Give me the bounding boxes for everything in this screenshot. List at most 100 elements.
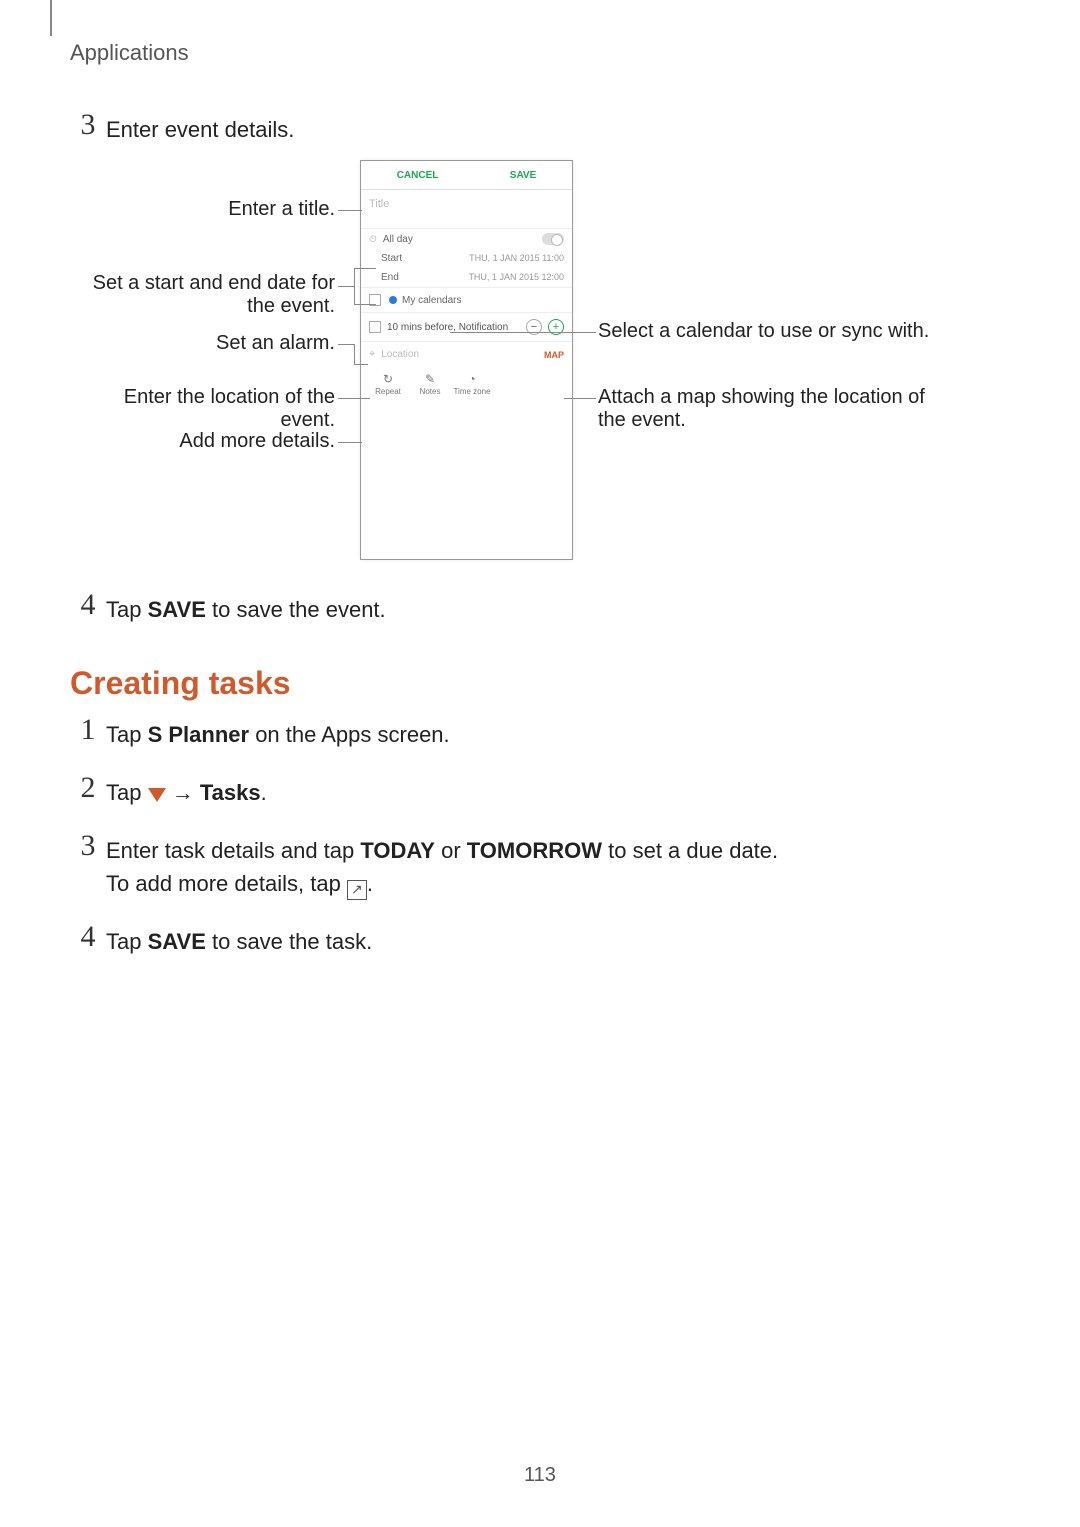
callout-calendar: Select a calendar to use or sync with. (598, 320, 948, 343)
t3-l1-b2: TOMORROW (467, 838, 602, 863)
t3-l1-post: to set a due date. (602, 838, 778, 863)
lead-location (338, 398, 370, 399)
lead-alarm-t (354, 364, 368, 365)
t2-bold: Tasks (200, 780, 261, 805)
t4-post: to save the task. (206, 929, 372, 954)
lead-calendar (450, 332, 596, 333)
step-4-post: to save the event. (206, 597, 386, 622)
section-creating-tasks: Creating tasks (70, 665, 291, 702)
lead-dates-v (354, 268, 355, 304)
task-step-4-number: 4 (70, 922, 106, 952)
t4-bold: SAVE (148, 929, 206, 954)
task-step-4-text: Tap SAVE to save the task. (106, 922, 372, 958)
dropdown-triangle-icon (148, 788, 166, 802)
lead-more (338, 442, 362, 443)
t4-pre: Tap (106, 929, 148, 954)
step-3-number: 3 (70, 110, 106, 140)
step-3-text: Enter event details. (106, 110, 294, 146)
calendar-row[interactable]: My calendars (361, 287, 572, 312)
t2-arrow: → (166, 780, 200, 805)
callout-title: Enter a title. (70, 198, 335, 221)
location-placeholder: Location (381, 349, 419, 360)
notes-label: Notes (409, 387, 451, 396)
lead-dates-h (338, 286, 354, 287)
step-4: 4 Tap SAVE to save the event. (70, 590, 386, 626)
lead-map (564, 398, 596, 399)
event-figure: CANCEL SAVE Title ⏲ All day Start THU, 1… (70, 160, 1010, 570)
task-step-3-number: 3 (70, 831, 106, 861)
task-step-1-number: 1 (70, 715, 106, 745)
end-row[interactable]: End THU, 1 JAN 2015 12:00 (361, 268, 572, 287)
t3-l1-b1: TODAY (360, 838, 435, 863)
page-header: Applications (70, 40, 189, 66)
alarm-check-icon (369, 321, 381, 333)
task-step-1: 1 Tap S Planner on the Apps screen. (70, 715, 970, 751)
timezone-label: Time zone (451, 387, 493, 396)
cancel-button[interactable]: CANCEL (397, 170, 439, 181)
save-button[interactable]: SAVE (510, 170, 537, 181)
end-label: End (381, 272, 399, 283)
timezone-icon: ◔ (451, 371, 493, 387)
lead-alarm-v (354, 344, 355, 364)
timezone-button[interactable]: ◔ Time zone (451, 371, 493, 396)
callout-location: Enter the location of the event. (70, 386, 335, 432)
lead-dates-t2 (354, 304, 376, 305)
t1-pre: Tap (106, 722, 148, 747)
expand-icon: ↗ (347, 880, 367, 900)
task-step-2: 2 Tap → Tasks. (70, 773, 970, 809)
step-4-bold: SAVE (148, 597, 206, 622)
callout-dates: Set a start and end date for the event. (70, 272, 335, 318)
more-actions-row: ↻ Repeat ✎ Notes ◔ Time zone (361, 367, 572, 400)
notes-button[interactable]: ✎ Notes (409, 371, 451, 396)
t1-post: on the Apps screen. (249, 722, 450, 747)
step-3: 3 Enter event details. (70, 110, 294, 146)
step-4-text: Tap SAVE to save the event. (106, 590, 386, 626)
repeat-icon: ↻ (367, 371, 409, 387)
lead-title (338, 210, 362, 211)
task-step-1-text: Tap S Planner on the Apps screen. (106, 715, 450, 751)
header-accent (50, 0, 52, 36)
map-button[interactable]: MAP (544, 350, 564, 360)
step-4-pre: Tap (106, 597, 148, 622)
repeat-button[interactable]: ↻ Repeat (367, 371, 409, 396)
task-step-2-number: 2 (70, 773, 106, 803)
t3-l2-pre: To add more details, tap (106, 871, 347, 896)
alarm-row[interactable]: 10 mins before, Notification − + (361, 312, 572, 342)
lead-dates-t1 (354, 268, 376, 269)
t3-l2-post: . (367, 871, 373, 896)
allday-toggle[interactable] (542, 233, 564, 245)
start-row[interactable]: Start THU, 1 JAN 2015 11:00 (361, 249, 572, 268)
title-field[interactable]: Title (361, 190, 572, 228)
t3-l1-pre: Enter task details and tap (106, 838, 360, 863)
t2-post: . (261, 780, 267, 805)
page-number: 113 (0, 1464, 1080, 1487)
lead-alarm-h (338, 344, 354, 345)
t3-l1-mid: or (435, 838, 467, 863)
task-step-4: 4 Tap SAVE to save the task. (70, 922, 970, 958)
task-step-3: 3 Enter task details and tap TODAY or TO… (70, 831, 970, 900)
clock-icon: ⏲ (369, 234, 377, 245)
start-value: THU, 1 JAN 2015 11:00 (469, 253, 564, 264)
notes-icon: ✎ (409, 371, 451, 387)
repeat-label: Repeat (367, 387, 409, 396)
calendar-label: My calendars (402, 295, 461, 306)
task-step-3-text: Enter task details and tap TODAY or TOMO… (106, 831, 778, 900)
callout-more: Add more details. (70, 430, 335, 453)
location-pin-icon: ⌖ (369, 348, 375, 361)
task-steps: 1 Tap S Planner on the Apps screen. 2 Ta… (70, 715, 970, 980)
location-row[interactable]: ⌖ Location MAP (361, 342, 572, 367)
step-4-number: 4 (70, 590, 106, 620)
callout-alarm: Set an alarm. (70, 332, 335, 355)
t2-pre: Tap (106, 780, 148, 805)
task-step-2-text: Tap → Tasks. (106, 773, 267, 809)
start-label: Start (381, 253, 402, 264)
allday-label: All day (383, 234, 413, 245)
callout-map: Attach a map showing the location of the… (598, 386, 948, 432)
phone-topbar: CANCEL SAVE (361, 161, 572, 190)
t1-bold: S Planner (148, 722, 249, 747)
phone-mock: CANCEL SAVE Title ⏲ All day Start THU, 1… (360, 160, 573, 560)
allday-row[interactable]: ⏲ All day (361, 228, 572, 249)
calendar-dot-icon (389, 296, 397, 304)
alarm-text: 10 mins before, Notification (387, 322, 508, 333)
end-value: THU, 1 JAN 2015 12:00 (468, 272, 564, 283)
